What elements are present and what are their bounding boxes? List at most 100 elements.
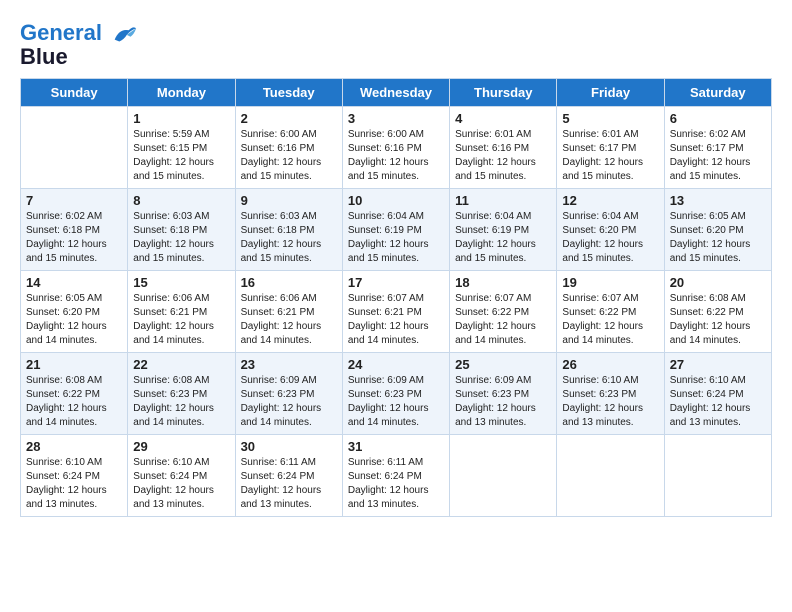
day-number: 26 xyxy=(562,357,658,372)
week-row-5: 28 Sunrise: 6:10 AM Sunset: 6:24 PM Dayli… xyxy=(21,435,772,517)
day-number: 31 xyxy=(348,439,444,454)
day-info: Sunrise: 6:06 AM Sunset: 6:21 PM Dayligh… xyxy=(133,292,229,348)
calendar-cell: 27Sunrise: 6:10 AM Sunset: 6:24 PM Dayli… xyxy=(664,353,771,435)
day-info: Sunrise: 6:07 AM Sunset: 6:22 PM Dayligh… xyxy=(455,292,551,348)
calendar-cell xyxy=(557,435,664,517)
day-info: Sunrise: 6:06 AM Sunset: 6:21 PM Dayligh… xyxy=(241,292,337,348)
calendar-cell: 28 Sunrise: 6:10 AM Sunset: 6:24 PM Dayli… xyxy=(21,435,128,517)
calendar-cell: 18 Sunrise: 6:07 AM Sunset: 6:22 PM Dayli… xyxy=(450,271,557,353)
calendar-body: 1 Sunrise: 5:59 AM Sunset: 6:15 PM Daylig… xyxy=(21,107,772,517)
calendar-cell: 6 Sunrise: 6:02 AM Sunset: 6:17 PM Daylig… xyxy=(664,107,771,189)
weekday-header-monday: Monday xyxy=(128,79,235,107)
calendar-cell: 30Sunrise: 6:11 AM Sunset: 6:24 PM Dayli… xyxy=(235,435,342,517)
calendar-cell: 17 Sunrise: 6:07 AM Sunset: 6:21 PM Dayli… xyxy=(342,271,449,353)
day-number: 20 xyxy=(670,275,766,290)
calendar-cell: 4 Sunrise: 6:01 AM Sunset: 6:16 PM Daylig… xyxy=(450,107,557,189)
day-info: Sunrise: 6:00 AM Sunset: 6:16 PM Dayligh… xyxy=(241,128,337,184)
calendar-cell: 19Sunrise: 6:07 AM Sunset: 6:22 PM Dayli… xyxy=(557,271,664,353)
calendar-table: SundayMondayTuesdayWednesdayThursdayFrid… xyxy=(20,78,772,517)
calendar-cell: 25Sunrise: 6:09 AM Sunset: 6:23 PM Dayli… xyxy=(450,353,557,435)
calendar-cell: 10Sunrise: 6:04 AM Sunset: 6:19 PM Dayli… xyxy=(342,189,449,271)
calendar-cell: 26Sunrise: 6:10 AM Sunset: 6:23 PM Dayli… xyxy=(557,353,664,435)
weekday-header-wednesday: Wednesday xyxy=(342,79,449,107)
day-number: 30 xyxy=(241,439,337,454)
weekday-header-saturday: Saturday xyxy=(664,79,771,107)
day-info: Sunrise: 6:10 AM Sunset: 6:24 PM Dayligh… xyxy=(26,456,122,512)
weekday-header-tuesday: Tuesday xyxy=(235,79,342,107)
day-number: 23 xyxy=(241,357,337,372)
day-number: 4 xyxy=(455,111,551,126)
calendar-cell: 2 Sunrise: 6:00 AM Sunset: 6:16 PM Daylig… xyxy=(235,107,342,189)
day-info: Sunrise: 6:05 AM Sunset: 6:20 PM Dayligh… xyxy=(26,292,122,348)
calendar-cell: 1 Sunrise: 5:59 AM Sunset: 6:15 PM Daylig… xyxy=(128,107,235,189)
day-info: Sunrise: 6:08 AM Sunset: 6:23 PM Dayligh… xyxy=(133,374,229,430)
day-info: Sunrise: 6:01 AM Sunset: 6:17 PM Dayligh… xyxy=(562,128,658,184)
calendar-cell: 5 Sunrise: 6:01 AM Sunset: 6:17 PM Daylig… xyxy=(557,107,664,189)
day-info: Sunrise: 5:59 AM Sunset: 6:15 PM Dayligh… xyxy=(133,128,229,184)
day-info: Sunrise: 6:11 AM Sunset: 6:24 PM Dayligh… xyxy=(348,456,444,512)
logo-bird-icon xyxy=(110,20,138,48)
calendar-cell: 7 Sunrise: 6:02 AM Sunset: 6:18 PM Daylig… xyxy=(21,189,128,271)
day-number: 22 xyxy=(133,357,229,372)
day-number: 12 xyxy=(562,193,658,208)
calendar-cell: 12 Sunrise: 6:04 AM Sunset: 6:20 PM Dayli… xyxy=(557,189,664,271)
week-row-2: 7 Sunrise: 6:02 AM Sunset: 6:18 PM Daylig… xyxy=(21,189,772,271)
day-info: Sunrise: 6:08 AM Sunset: 6:22 PM Dayligh… xyxy=(26,374,122,430)
day-info: Sunrise: 6:03 AM Sunset: 6:18 PM Dayligh… xyxy=(241,210,337,266)
day-number: 21 xyxy=(26,357,122,372)
calendar-cell: 8 Sunrise: 6:03 AM Sunset: 6:18 PM Daylig… xyxy=(128,189,235,271)
day-info: Sunrise: 6:08 AM Sunset: 6:22 PM Dayligh… xyxy=(670,292,766,348)
day-info: Sunrise: 6:01 AM Sunset: 6:16 PM Dayligh… xyxy=(455,128,551,184)
calendar-cell: 9 Sunrise: 6:03 AM Sunset: 6:18 PM Daylig… xyxy=(235,189,342,271)
day-number: 14 xyxy=(26,275,122,290)
day-number: 2 xyxy=(241,111,337,126)
calendar-cell: 31 Sunrise: 6:11 AM Sunset: 6:24 PM Dayli… xyxy=(342,435,449,517)
day-number: 17 xyxy=(348,275,444,290)
day-info: Sunrise: 6:04 AM Sunset: 6:19 PM Dayligh… xyxy=(455,210,551,266)
weekday-header-friday: Friday xyxy=(557,79,664,107)
day-number: 24 xyxy=(348,357,444,372)
day-number: 25 xyxy=(455,357,551,372)
week-row-1: 1 Sunrise: 5:59 AM Sunset: 6:15 PM Daylig… xyxy=(21,107,772,189)
calendar-cell: 20 Sunrise: 6:08 AM Sunset: 6:22 PM Dayli… xyxy=(664,271,771,353)
week-row-4: 21 Sunrise: 6:08 AM Sunset: 6:22 PM Dayli… xyxy=(21,353,772,435)
day-info: Sunrise: 6:07 AM Sunset: 6:21 PM Dayligh… xyxy=(348,292,444,348)
calendar-cell: 13Sunrise: 6:05 AM Sunset: 6:20 PM Dayli… xyxy=(664,189,771,271)
day-info: Sunrise: 6:07 AM Sunset: 6:22 PM Dayligh… xyxy=(562,292,658,348)
day-number: 6 xyxy=(670,111,766,126)
weekday-header-sunday: Sunday xyxy=(21,79,128,107)
day-number: 8 xyxy=(133,193,229,208)
day-number: 13 xyxy=(670,193,766,208)
calendar-cell: 24 Sunrise: 6:09 AM Sunset: 6:23 PM Dayli… xyxy=(342,353,449,435)
calendar-cell: 21 Sunrise: 6:08 AM Sunset: 6:22 PM Dayli… xyxy=(21,353,128,435)
day-info: Sunrise: 6:10 AM Sunset: 6:24 PM Dayligh… xyxy=(133,456,229,512)
calendar-cell: 14 Sunrise: 6:05 AM Sunset: 6:20 PM Dayli… xyxy=(21,271,128,353)
calendar-cell: 11 Sunrise: 6:04 AM Sunset: 6:19 PM Dayli… xyxy=(450,189,557,271)
calendar-cell xyxy=(21,107,128,189)
day-number: 9 xyxy=(241,193,337,208)
day-number: 5 xyxy=(562,111,658,126)
day-info: Sunrise: 6:02 AM Sunset: 6:18 PM Dayligh… xyxy=(26,210,122,266)
day-info: Sunrise: 6:02 AM Sunset: 6:17 PM Dayligh… xyxy=(670,128,766,184)
day-number: 1 xyxy=(133,111,229,126)
day-number: 18 xyxy=(455,275,551,290)
calendar-cell: 22 Sunrise: 6:08 AM Sunset: 6:23 PM Dayli… xyxy=(128,353,235,435)
day-info: Sunrise: 6:03 AM Sunset: 6:18 PM Dayligh… xyxy=(133,210,229,266)
day-info: Sunrise: 6:04 AM Sunset: 6:20 PM Dayligh… xyxy=(562,210,658,266)
calendar-cell: 29Sunrise: 6:10 AM Sunset: 6:24 PM Dayli… xyxy=(128,435,235,517)
calendar-cell: 23Sunrise: 6:09 AM Sunset: 6:23 PM Dayli… xyxy=(235,353,342,435)
calendar-cell xyxy=(450,435,557,517)
day-number: 11 xyxy=(455,193,551,208)
page-header: General Blue xyxy=(20,20,772,70)
day-number: 16 xyxy=(241,275,337,290)
logo: General Blue xyxy=(20,20,138,70)
day-info: Sunrise: 6:00 AM Sunset: 6:16 PM Dayligh… xyxy=(348,128,444,184)
calendar-cell: 15 Sunrise: 6:06 AM Sunset: 6:21 PM Dayli… xyxy=(128,271,235,353)
day-number: 7 xyxy=(26,193,122,208)
day-number: 15 xyxy=(133,275,229,290)
day-number: 10 xyxy=(348,193,444,208)
day-info: Sunrise: 6:09 AM Sunset: 6:23 PM Dayligh… xyxy=(348,374,444,430)
day-number: 3 xyxy=(348,111,444,126)
day-number: 28 xyxy=(26,439,122,454)
calendar-cell: 16 Sunrise: 6:06 AM Sunset: 6:21 PM Dayli… xyxy=(235,271,342,353)
